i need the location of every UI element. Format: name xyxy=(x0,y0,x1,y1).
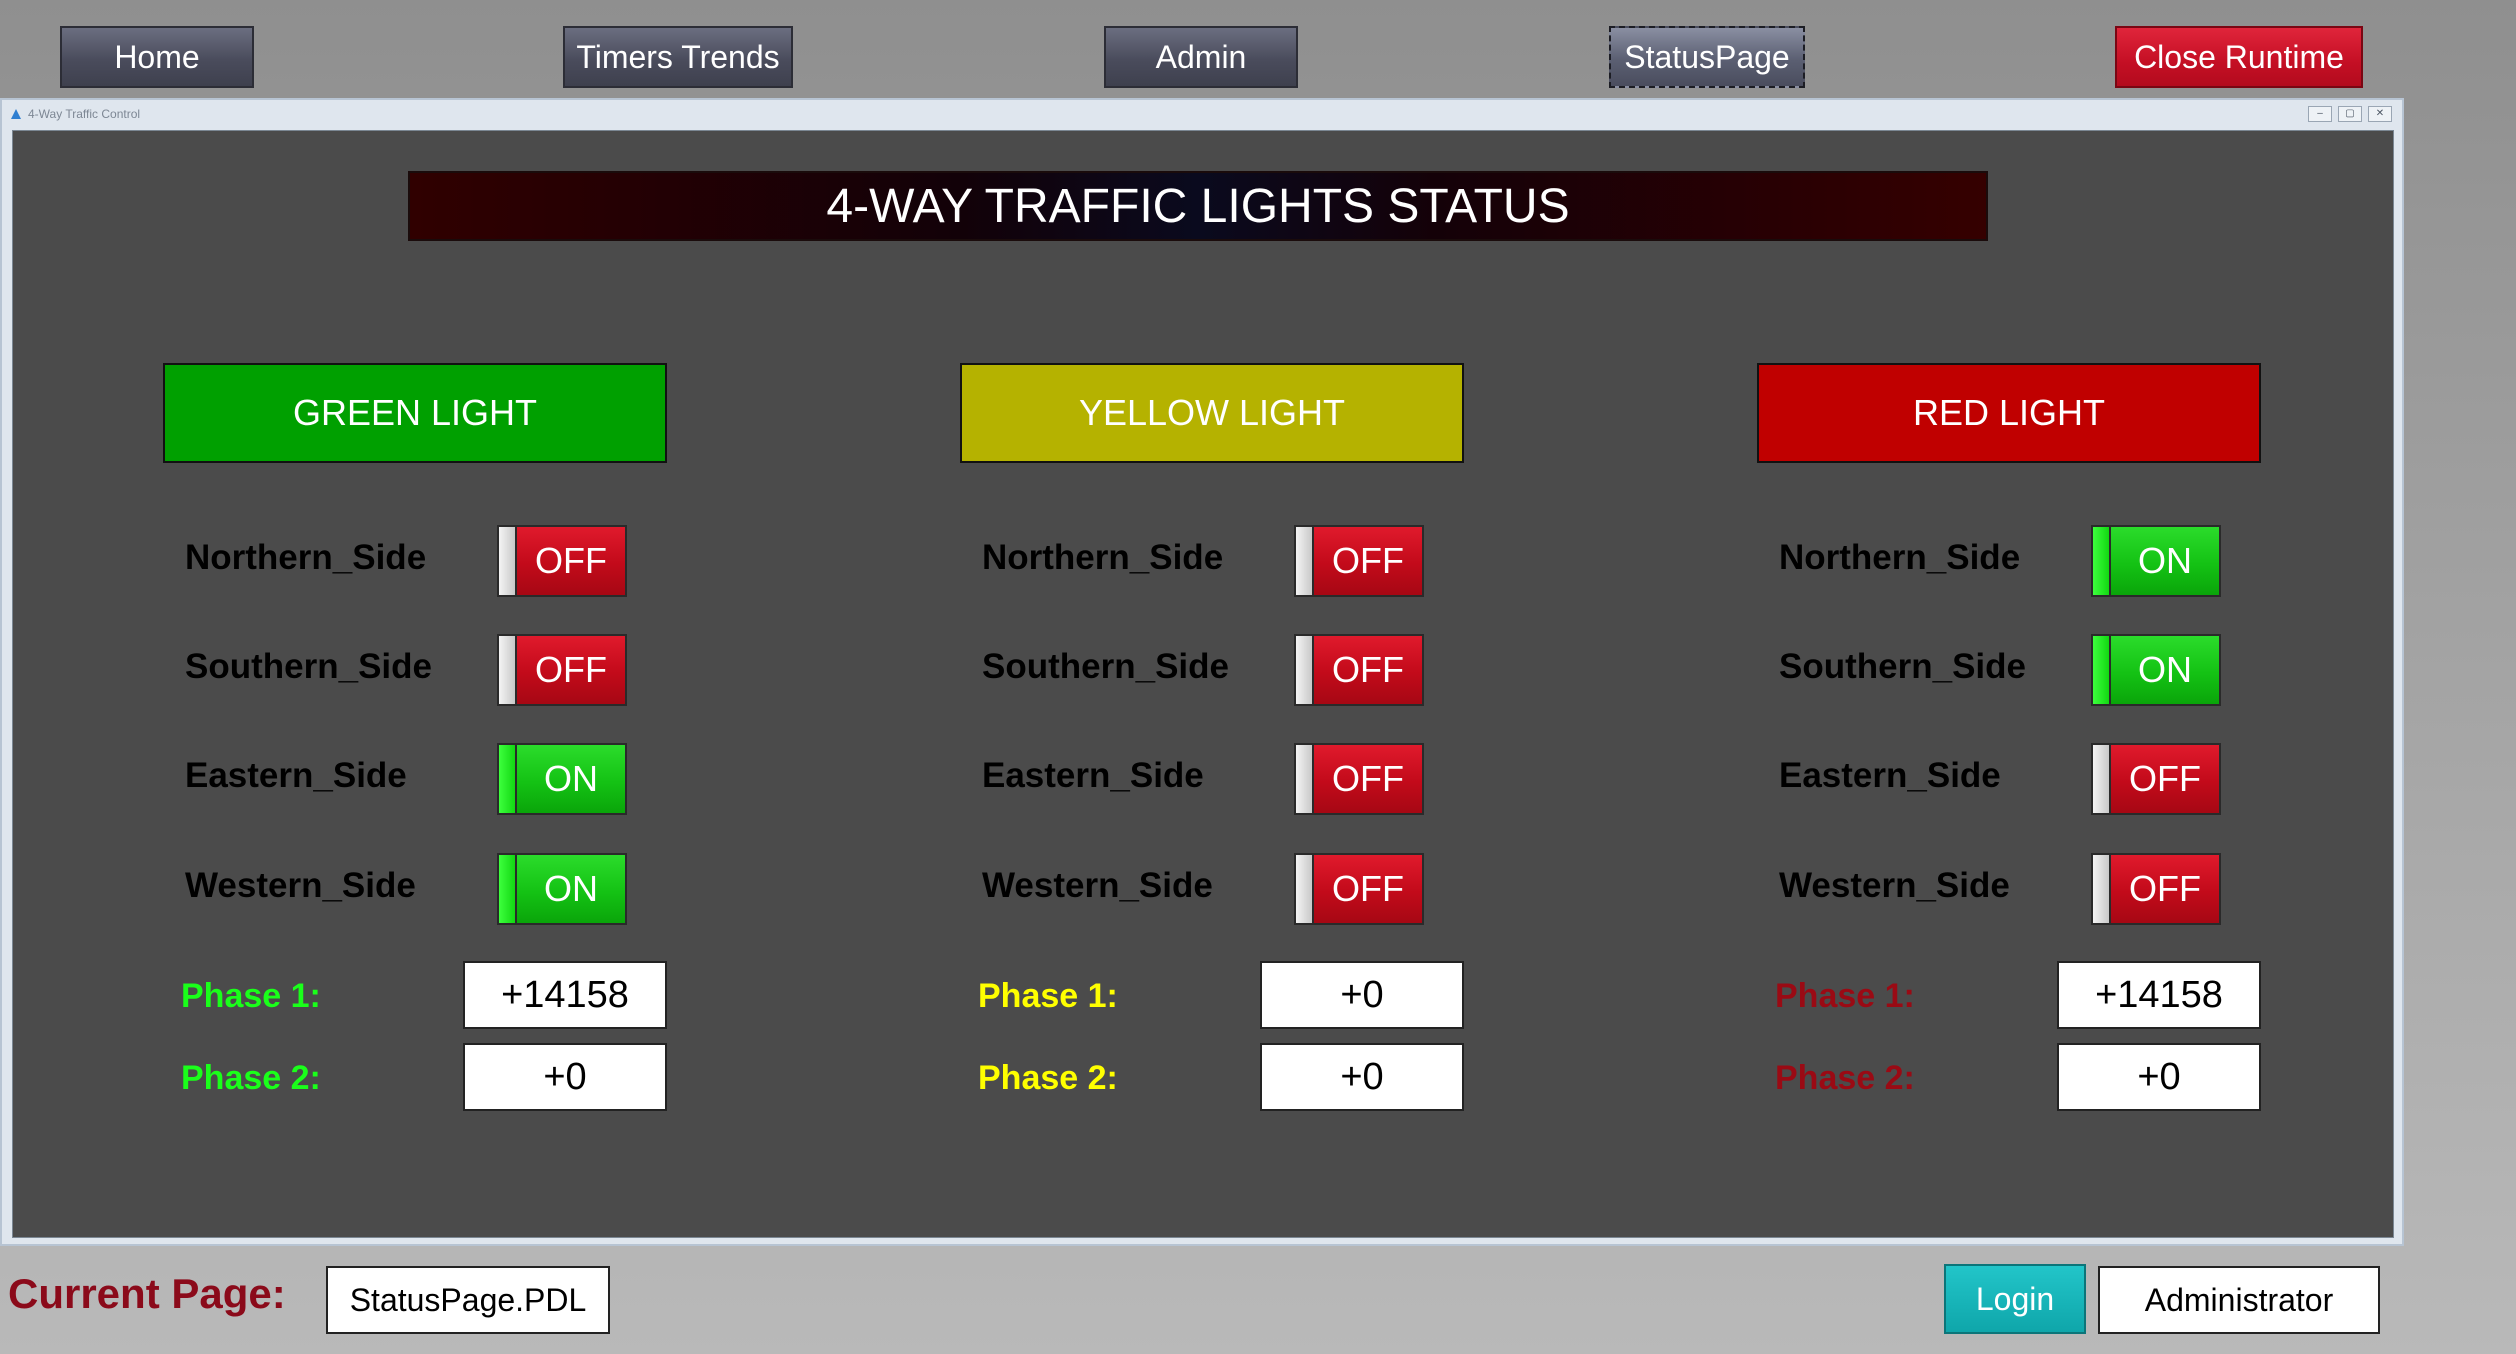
yellow-southern-toggle[interactable]: OFF xyxy=(1294,634,1424,706)
side-label: Southern_Side xyxy=(982,647,1229,686)
user-field: Administrator xyxy=(2098,1266,2380,1334)
maximize-button[interactable]: ▢ xyxy=(2338,106,2362,122)
phase1-label: Phase 1: xyxy=(978,977,1118,1015)
side-label: Eastern_Side xyxy=(1779,756,2001,795)
side-label: Eastern_Side xyxy=(185,756,407,795)
current-page-label: Current Page: xyxy=(8,1270,286,1317)
status-canvas: 4-WAY TRAFFIC LIGHTS STATUS GREEN LIGHT … xyxy=(12,130,2394,1238)
admin-button[interactable]: Admin xyxy=(1104,26,1298,88)
app-icon xyxy=(10,108,22,120)
phase1-label: Phase 1: xyxy=(181,977,321,1015)
red-phase1-value: +14158 xyxy=(2057,961,2261,1029)
yellow-western-toggle[interactable]: OFF xyxy=(1294,853,1424,925)
red-eastern-toggle[interactable]: OFF xyxy=(2091,743,2221,815)
window-title: 4-Way Traffic Control xyxy=(28,107,141,121)
close-runtime-button[interactable]: Close Runtime xyxy=(2115,26,2363,88)
red-light-header: RED LIGHT xyxy=(1757,363,2261,463)
green-western-toggle[interactable]: ON xyxy=(497,853,627,925)
red-southern-toggle[interactable]: ON xyxy=(2091,634,2221,706)
green-phase1-value: +14158 xyxy=(463,961,667,1029)
page-title: 4-WAY TRAFFIC LIGHTS STATUS xyxy=(408,171,1988,241)
side-label: Southern_Side xyxy=(185,647,432,686)
phase2-label: Phase 2: xyxy=(181,1059,321,1097)
red-western-toggle[interactable]: OFF xyxy=(2091,853,2221,925)
red-northern-toggle[interactable]: ON xyxy=(2091,525,2221,597)
side-label: Western_Side xyxy=(982,866,1213,905)
status-page-button[interactable]: StatusPage xyxy=(1609,26,1805,88)
green-northern-toggle[interactable]: OFF xyxy=(497,525,627,597)
yellow-light-header: YELLOW LIGHT xyxy=(960,363,1464,463)
red-phase2-value: +0 xyxy=(2057,1043,2261,1111)
traffic-control-window: 4-Way Traffic Control – ▢ ✕ 4-WAY TRAFFI… xyxy=(0,98,2404,1246)
phase2-label: Phase 2: xyxy=(1775,1059,1915,1097)
side-label: Southern_Side xyxy=(1779,647,2026,686)
side-label: Northern_Side xyxy=(185,538,427,577)
side-label: Northern_Side xyxy=(982,538,1224,577)
green-light-header: GREEN LIGHT xyxy=(163,363,667,463)
phase1-label: Phase 1: xyxy=(1775,977,1915,1015)
side-label: Western_Side xyxy=(185,866,416,905)
green-phase2-value: +0 xyxy=(463,1043,667,1111)
window-titlebar: 4-Way Traffic Control – ▢ ✕ xyxy=(2,100,2402,128)
phase2-label: Phase 2: xyxy=(978,1059,1118,1097)
side-label: Northern_Side xyxy=(1779,538,2021,577)
current-page-field: StatusPage.PDL xyxy=(326,1266,610,1334)
close-window-button[interactable]: ✕ xyxy=(2368,106,2392,122)
yellow-phase1-value: +0 xyxy=(1260,961,1464,1029)
login-button[interactable]: Login xyxy=(1944,1264,2086,1334)
side-label: Western_Side xyxy=(1779,866,2010,905)
home-button[interactable]: Home xyxy=(60,26,254,88)
yellow-phase2-value: +0 xyxy=(1260,1043,1464,1111)
minimize-button[interactable]: – xyxy=(2308,106,2332,122)
green-southern-toggle[interactable]: OFF xyxy=(497,634,627,706)
green-eastern-toggle[interactable]: ON xyxy=(497,743,627,815)
side-label: Eastern_Side xyxy=(982,756,1204,795)
yellow-eastern-toggle[interactable]: OFF xyxy=(1294,743,1424,815)
timers-trends-button[interactable]: Timers Trends xyxy=(563,26,793,88)
yellow-northern-toggle[interactable]: OFF xyxy=(1294,525,1424,597)
